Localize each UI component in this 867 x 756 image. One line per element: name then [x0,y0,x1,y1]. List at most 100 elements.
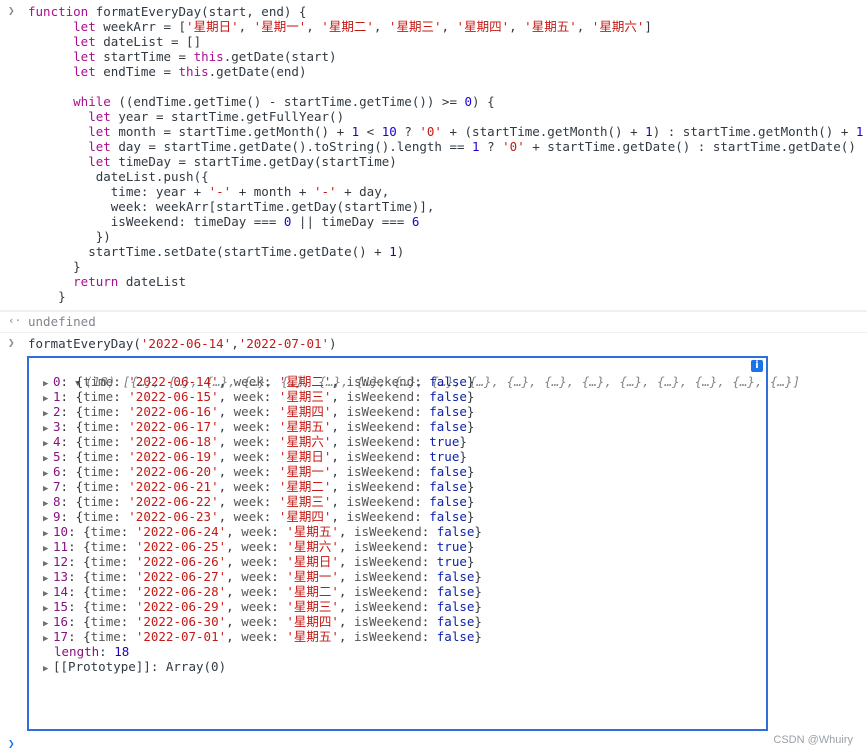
array-row[interactable]: ▶ 1: {time: '2022-06-15', week: '星期三', is… [29,389,766,404]
array-row[interactable]: ▶ 4: {time: '2022-06-18', week: '星期六', is… [29,434,766,449]
row-time: '2022-06-28' [135,584,227,599]
code-line: let dateList = [] [73,34,202,49]
row-time: '2022-07-01' [135,629,227,644]
length-label: length [54,644,100,659]
row-week: '星期五' [286,629,339,644]
code-line: return dateList [73,274,187,289]
console-call-entry: ❯ formatEveryDay('2022-06-14','2022-07-0… [0,335,867,355]
row-week: '星期六' [286,539,339,554]
row-index: 2 [53,404,61,419]
info-icon[interactable]: i [751,360,763,372]
array-rows: ▶ 0: {time: '2022-06-14', week: '星期二', is… [29,374,766,644]
array-row[interactable]: ▶ 2: {time: '2022-06-16', week: '星期四', is… [29,404,766,419]
code-line: while ((endTime.getTime() - startTime.ge… [73,94,495,109]
array-row[interactable]: ▶ 7: {time: '2022-06-21', week: '星期二', is… [29,479,766,494]
length-value: 18 [114,644,130,659]
row-weekend: false [429,374,467,389]
row-index: 0 [53,374,61,389]
row-weekend: false [429,464,467,479]
array-row[interactable]: ▶ 14: {time: '2022-06-28', week: '星期二', i… [29,584,766,599]
row-week: '星期二' [278,374,332,389]
row-index: 6 [53,464,61,479]
row-week: '星期日' [286,554,339,569]
row-time: '2022-06-16' [128,404,219,419]
array-row[interactable]: ▶ 9: {time: '2022-06-23', week: '星期四', is… [29,509,766,524]
array-row[interactable]: ▶ 15: {time: '2022-06-29', week: '星期三', i… [29,599,766,614]
watermark: CSDN @Whuiry [773,734,853,746]
row-week: '星期六' [278,434,332,449]
code-block[interactable]: function formatEveryDay(start, end) { le… [0,4,867,304]
row-time: '2022-06-14' [128,374,219,389]
row-week: '星期二' [278,479,332,494]
row-time: '2022-06-22' [128,494,219,509]
call-input-text[interactable]: formatEveryDay('2022-06-14','2022-07-01'… [0,336,867,351]
row-week: '星期四' [278,404,332,419]
array-row[interactable]: ▶ 8: {time: '2022-06-22', week: '星期三', is… [29,494,766,509]
row-weekend: false [429,509,467,524]
array-row[interactable]: ▶ 16: {time: '2022-06-30', week: '星期四', i… [29,614,766,629]
row-time: '2022-06-23' [128,509,219,524]
row-index: 5 [53,449,61,464]
array-row[interactable]: ▶ 5: {time: '2022-06-19', week: '星期日', is… [29,449,766,464]
call-text: formatEveryDay('2022-06-14','2022-07-01'… [28,336,337,351]
row-index: 17 [53,629,69,644]
row-weekend: false [436,569,475,584]
code-line: } [28,289,66,304]
row-week: '星期三' [278,494,332,509]
length-line: length: 18 [54,644,130,659]
row-weekend: false [436,524,475,539]
row-time: '2022-06-26' [135,554,227,569]
row-week: '星期三' [286,599,339,614]
code-line: week: weekArr[startTime.getDay(startTime… [28,199,435,214]
code-line: }) [28,229,111,244]
row-time: '2022-06-20' [128,464,219,479]
row-index: 10 [53,524,69,539]
row-time: '2022-06-18' [128,434,219,449]
row-time: '2022-06-15' [128,389,219,404]
row-time: '2022-06-19' [128,449,219,464]
array-row[interactable]: ▶ 3: {time: '2022-06-17', week: '星期五', is… [29,419,766,434]
row-time: '2022-06-30' [135,614,227,629]
row-week: '星期日' [278,449,332,464]
row-index: 11 [53,539,69,554]
row-time: '2022-06-25' [135,539,227,554]
row-time: '2022-06-29' [135,599,227,614]
prototype-text: [[Prototype]]: Array(0) [53,659,227,674]
row-week: '星期二' [286,584,339,599]
array-row[interactable]: ▶ 17: {time: '2022-07-01', week: '星期五', i… [29,629,766,644]
row-week: '星期五' [286,524,339,539]
array-row[interactable]: ▶ 12: {time: '2022-06-26', week: '星期日', i… [29,554,766,569]
row-index: 3 [53,419,61,434]
row-index: 1 [53,389,61,404]
code-line: let year = startTime.getFullYear() [88,109,345,124]
code-line: startTime.setDate(startTime.getDate() + … [28,244,405,259]
array-row[interactable]: ▶ 13: {time: '2022-06-27', week: '星期一', i… [29,569,766,584]
code-line: } [28,259,81,274]
row-weekend: false [436,629,475,644]
array-row[interactable]: ▶ 6: {time: '2022-06-20', week: '星期一', is… [29,464,766,479]
row-time: '2022-06-21' [128,479,219,494]
row-index: 13 [53,569,69,584]
console-result-entry: ‹· undefined [0,311,867,333]
console-input-entry: ❯ function formatEveryDay(start, end) { … [0,4,867,311]
row-weekend: false [429,419,467,434]
array-row[interactable]: ▶ 0: {time: '2022-06-14', week: '星期二', is… [29,374,766,389]
row-index: 9 [53,509,61,524]
code-line: let startTime = this.getDate(start) [73,49,337,64]
array-row[interactable]: ▶ 11: {time: '2022-06-25', week: '星期六', i… [29,539,766,554]
row-index: 15 [53,599,69,614]
row-weekend: true [436,554,467,569]
row-week: '星期四' [278,509,332,524]
row-weekend: false [429,494,467,509]
array-summary-line[interactable]: ▼ (18) [{…}, {…}, {…}, {…}, {…}, {…}, {…}… [29,359,800,389]
row-index: 4 [53,434,61,449]
collapsed-triangle-icon[interactable]: ▶ [43,662,53,677]
code-line: function formatEveryDay(start, end) { [28,4,307,19]
prototype-line[interactable]: ▶ [[Prototype]]: Array(0) [29,659,766,674]
array-output-selection[interactable]: ▼ (18) [{…}, {…}, {…}, {…}, {…}, {…}, {…}… [27,356,800,731]
array-row[interactable]: ▶ 10: {time: '2022-06-24', week: '星期五', i… [29,524,766,539]
row-weekend: false [436,584,475,599]
row-index: 16 [53,614,69,629]
row-weekend: false [436,614,475,629]
